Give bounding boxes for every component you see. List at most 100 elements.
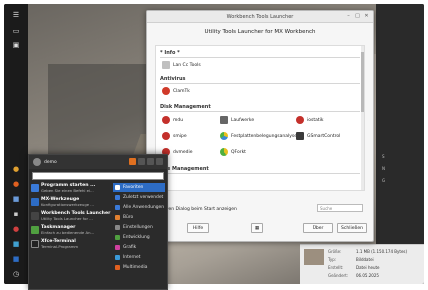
title-bar[interactable]: Workbench Tools Launcher – □ ✕ <box>147 11 373 23</box>
favorite-item[interactable]: Taskmanager Einfach zu bedienende An... <box>31 225 111 235</box>
menu-header: demo <box>29 155 167 169</box>
app-icon-button[interactable]: ▦ <box>251 223 263 233</box>
tool-label: smipe <box>173 133 187 139</box>
menu-search-input[interactable] <box>32 172 164 180</box>
favorite-desc: Utility Tools Launcher for ... <box>41 216 93 221</box>
scroll-thumb[interactable] <box>361 52 364 112</box>
switch-user-icon[interactable] <box>147 158 154 165</box>
help-button[interactable]: Hilfe <box>187 223 209 233</box>
disk-icon <box>296 116 304 124</box>
category-label: Favoriten <box>123 185 144 190</box>
image-thumbnail <box>304 249 324 265</box>
mx-menu-icon[interactable]: ■ <box>10 254 22 264</box>
category-all[interactable]: Alle Anwendungen <box>113 203 165 212</box>
sidebar-item[interactable]: S <box>382 154 418 159</box>
mx-tools-icon <box>31 198 39 206</box>
close-icon[interactable]: ✕ <box>364 14 369 19</box>
tool-item[interactable]: mdu <box>162 116 183 124</box>
divider <box>160 111 360 112</box>
app-icon[interactable]: ■ <box>10 239 22 249</box>
favorite-item[interactable]: Workbench Tools Launcher Utility Tools L… <box>31 211 111 221</box>
left-panel: ☰ ▭ ▣ ● ● ■ ▪ ● ■ ■ ◷ <box>4 4 28 284</box>
section-header: Antivirus <box>160 76 186 82</box>
gear-icon <box>115 225 120 230</box>
tool-label: ClamTk <box>173 88 190 94</box>
sidebar-item[interactable]: N <box>382 166 418 171</box>
property-label: Geändert: <box>328 273 349 278</box>
tool-item[interactable]: Festplattenbelegungsanalyse <box>220 132 297 140</box>
globe-icon <box>115 255 120 260</box>
category-favorites[interactable]: Favoriten <box>113 183 165 192</box>
tool-item[interactable]: GSmartControl <box>296 132 340 140</box>
favorite-item[interactable]: Programm starten ... Geben Sie einen Bef… <box>31 183 111 193</box>
office-icon <box>115 215 120 220</box>
category-label: Internet <box>123 255 141 260</box>
disk-icon <box>162 132 170 140</box>
window-title: Workbench Tools Launcher <box>226 14 294 20</box>
scrollbar[interactable] <box>361 46 364 190</box>
category-multimedia[interactable]: Multimedia <box>113 263 165 272</box>
username: demo <box>44 160 57 165</box>
settings-icon[interactable] <box>129 158 136 165</box>
category-label: Einstellungen <box>123 225 153 230</box>
category-graphics[interactable]: Grafik <box>113 243 165 252</box>
maximize-icon[interactable]: □ <box>355 14 360 19</box>
divider <box>160 173 360 174</box>
favorite-item[interactable]: MX-Werkzeuge Konfigurationswerkzeuge ... <box>31 197 111 207</box>
info-icon <box>162 61 170 69</box>
tool-item[interactable]: ClamTk <box>162 87 190 95</box>
lock-icon[interactable] <box>138 158 145 165</box>
file-manager-sidebar: S N G <box>376 4 424 284</box>
property-value: Bilddatei <box>356 257 374 262</box>
file-properties-panel: Größe: 1.1 MB (1.150.174 Bytes) Typ: Bil… <box>300 244 424 284</box>
sidebar-item[interactable]: G <box>382 178 418 183</box>
checkbox-label: Den Dialog beim Start anzeigen <box>165 207 237 212</box>
tool-item[interactable]: smipe <box>162 132 187 140</box>
property-value: 06.05.2025 <box>356 273 379 278</box>
clamtk-icon <box>162 87 170 95</box>
workbench-icon <box>31 212 39 220</box>
menu-icon[interactable]: ☰ <box>10 10 22 20</box>
category-development[interactable]: Entwicklung <box>113 233 165 242</box>
browser-icon[interactable]: ● <box>10 179 22 189</box>
about-button[interactable]: Über <box>303 223 333 233</box>
favorite-item[interactable]: Xfce-Terminal Terminal-Programm <box>31 239 111 249</box>
tool-item[interactable]: Lan Cc Tools <box>162 61 201 69</box>
clock-icon: ◷ <box>12 270 20 278</box>
category-label: Zuletzt verwendet <box>123 195 164 200</box>
avatar <box>33 158 41 166</box>
category-label: Büro <box>123 215 134 220</box>
search-input[interactable]: Suche <box>317 204 363 212</box>
grid-icon <box>115 205 120 210</box>
palette-icon <box>115 245 120 250</box>
media-icon <box>115 265 120 270</box>
favorite-desc: Einfach zu bedienende An... <box>41 230 95 235</box>
star-icon <box>115 185 120 190</box>
close-button[interactable]: Schließen <box>337 223 367 233</box>
start-menu: demo Programm starten ... Geben Sie eine… <box>28 154 168 290</box>
app-icon[interactable]: ● <box>10 224 22 234</box>
window-icon[interactable]: ▭ <box>10 26 22 36</box>
divider <box>160 83 360 84</box>
property-label: Erstellt: <box>328 265 344 270</box>
tool-item[interactable]: Laufwerke <box>220 116 254 124</box>
section-header: Disk Management <box>160 104 211 110</box>
property-value: Datei heute <box>356 265 380 270</box>
app-icon[interactable]: ● <box>10 164 22 174</box>
category-internet[interactable]: Internet <box>113 253 165 262</box>
logout-icon[interactable] <box>156 158 163 165</box>
tool-label: QForkt <box>231 149 246 155</box>
category-settings[interactable]: Einstellungen <box>113 223 165 232</box>
tool-item[interactable]: QForkt <box>220 148 246 156</box>
tool-label: Lan Cc Tools <box>173 62 201 68</box>
tool-item[interactable]: iostatik <box>296 116 324 124</box>
category-office[interactable]: Büro <box>113 213 165 222</box>
category-recent[interactable]: Zuletzt verwendet <box>113 193 165 202</box>
minimize-icon[interactable]: – <box>346 14 351 19</box>
category-label: Grafik <box>123 245 137 250</box>
terminal-icon[interactable]: ▪ <box>10 209 22 219</box>
property-value: 1.1 MB (1.150.174 Bytes) <box>356 249 408 254</box>
property-label: Größe: <box>328 249 342 254</box>
window-icon[interactable]: ▣ <box>10 40 22 50</box>
files-icon[interactable]: ■ <box>10 194 22 204</box>
